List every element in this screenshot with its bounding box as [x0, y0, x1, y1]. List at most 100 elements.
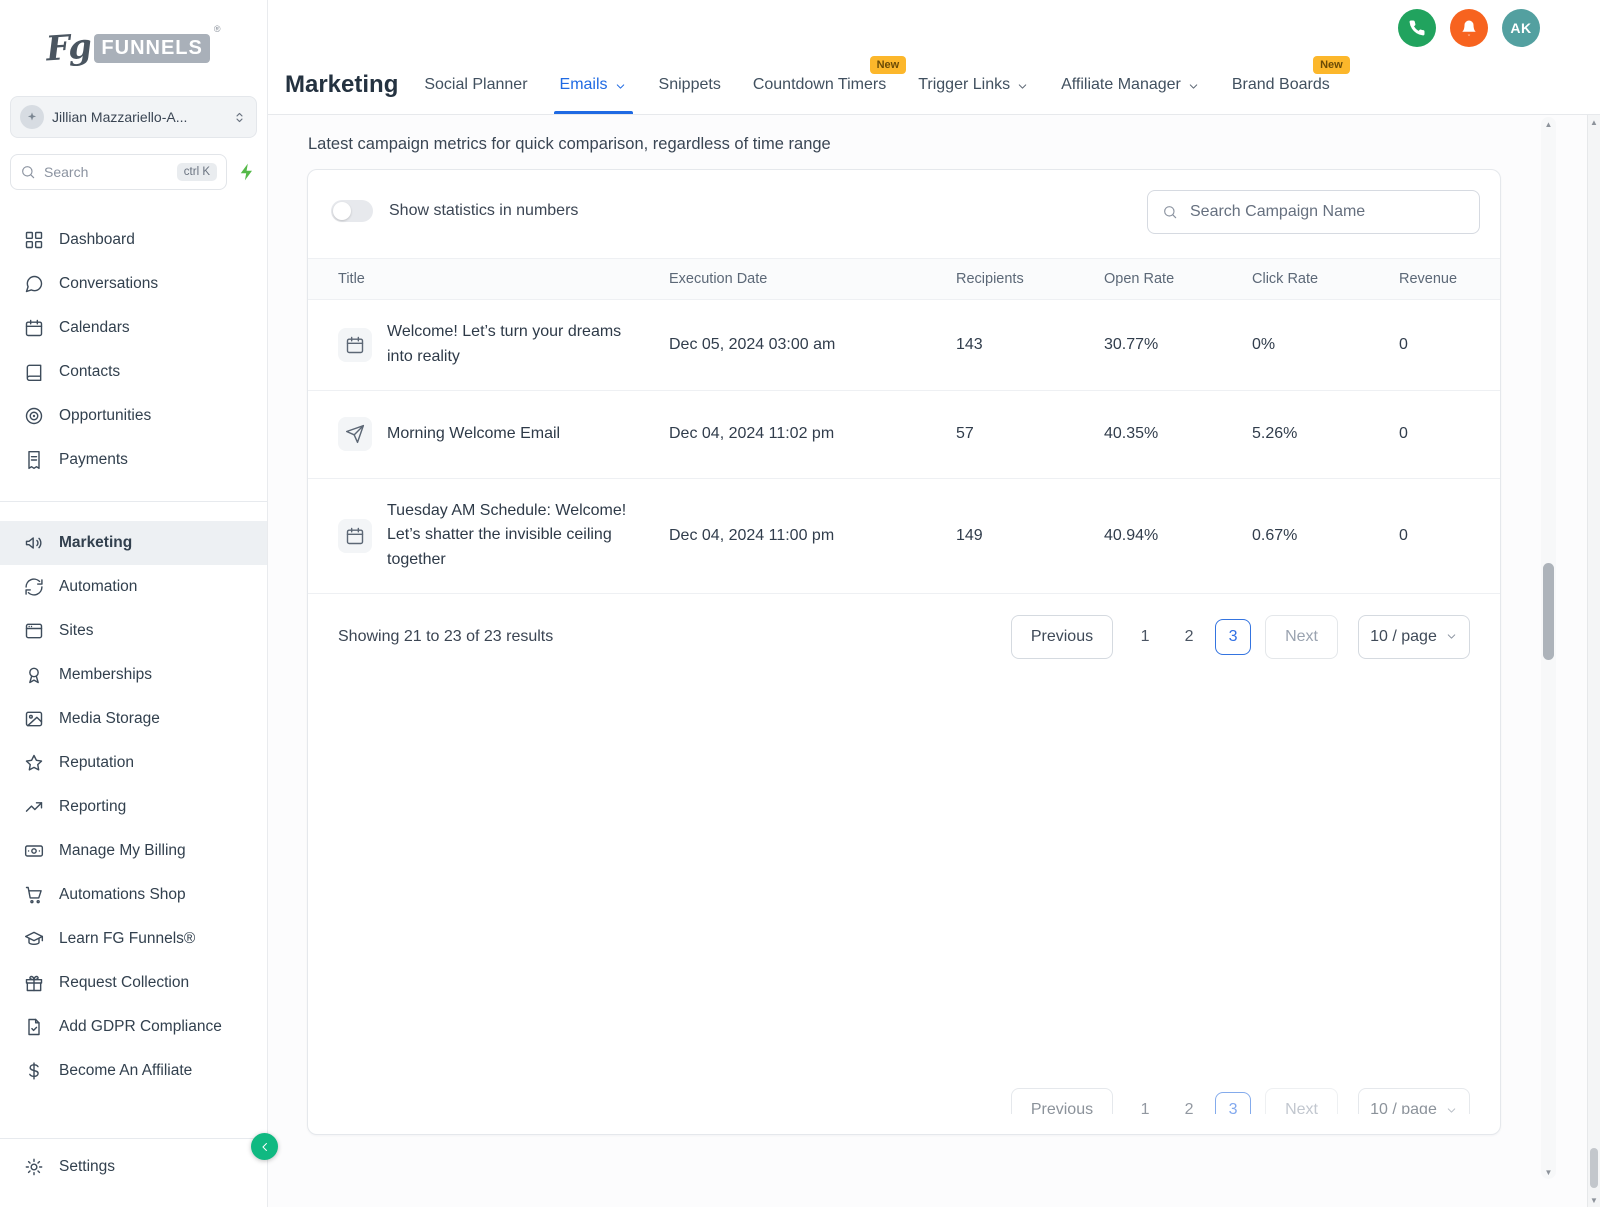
sidebar-item-label: Contacts	[59, 363, 121, 380]
campaign-title: Welcome! Let’s turn your dreams into rea…	[387, 323, 622, 365]
sidebar-item-manage-my-billing[interactable]: Manage My Billing	[0, 829, 267, 873]
user-avatar[interactable]: AK	[1502, 9, 1540, 47]
sidebar: Fg FUNNELS ® Jillian Mazzariello-A... Se…	[0, 0, 268, 1207]
tab-snippets[interactable]: Snippets	[643, 56, 737, 114]
column-header: Click Rate	[1252, 271, 1319, 287]
table-row[interactable]: Welcome! Let’s turn your dreams into rea…	[308, 300, 1500, 391]
page-scrollbar[interactable]: ▲ ▼	[1587, 115, 1600, 1207]
learn-fg-funnels-icon	[24, 929, 44, 949]
next-page-button: Next	[1265, 1088, 1338, 1114]
search-placeholder: Search	[44, 164, 89, 180]
sidebar-collapse-button[interactable]	[251, 1133, 278, 1160]
toggle-knob	[333, 202, 351, 220]
marketing-icon	[24, 533, 44, 553]
sidebar-item-contacts[interactable]: Contacts	[0, 350, 267, 394]
automation-icon	[24, 577, 44, 597]
tab-countdown-timers[interactable]: Countdown Timers New	[737, 56, 907, 114]
tab-brand-boards[interactable]: Brand Boards New	[1216, 56, 1350, 114]
account-switcher[interactable]: Jillian Mazzariello-A...	[10, 96, 257, 138]
sidebar-item-conversations[interactable]: Conversations	[0, 262, 267, 306]
sidebar-item-opportunities[interactable]: Opportunities	[0, 394, 267, 438]
sidebar-item-calendars[interactable]: Calendars	[0, 306, 267, 350]
sidebar-item-automation[interactable]: Automation	[0, 565, 267, 609]
campaign-search-input[interactable]	[1188, 202, 1465, 222]
sidebar-item-learn-fg-funnels[interactable]: Learn FG Funnels®	[0, 917, 267, 961]
media-storage-icon	[24, 709, 44, 729]
toggle-label: Show statistics in numbers	[389, 202, 579, 219]
page-size-select[interactable]: 10 / page	[1358, 614, 1470, 659]
page-2: 2	[1184, 1101, 1194, 1114]
sidebar-item-memberships[interactable]: Memberships	[0, 653, 267, 697]
dashboard-icon	[24, 230, 44, 250]
pagination-bottom-clipped: Showing 21 to 23 of 23 resultsPrevious12…	[308, 1088, 1500, 1114]
manage-my-billing-icon	[24, 841, 44, 861]
page-scroll-down-arrow[interactable]: ▼	[1590, 1193, 1598, 1207]
page-scroll-up-arrow[interactable]: ▲	[1590, 115, 1598, 129]
column-header: Execution Date	[669, 271, 768, 287]
sidebar-item-reporting[interactable]: Reporting	[0, 785, 267, 829]
page-numbers: 123	[1123, 618, 1255, 655]
sidebar-item-media-storage[interactable]: Media Storage	[0, 697, 267, 741]
page-2[interactable]: 2	[1167, 628, 1211, 646]
sidebar-item-label: Media Storage	[59, 710, 160, 727]
column-header: Recipients	[956, 271, 1024, 287]
tab-label: Emails	[559, 76, 608, 93]
sidebar-item-settings[interactable]: Settings	[0, 1145, 267, 1189]
sidebar-item-label: Reputation	[59, 754, 134, 771]
tab-trigger-links[interactable]: Trigger Links	[902, 56, 1045, 114]
automations-shop-icon	[24, 885, 44, 905]
sidebar-item-become-an-affiliate[interactable]: Become An Affiliate	[0, 1049, 267, 1093]
inner-scrollbar-thumb[interactable]	[1543, 563, 1554, 660]
table-row[interactable]: Tuesday AM Schedule: Welcome! Let’s shat…	[308, 479, 1500, 594]
inner-scrollbar[interactable]: ▲ ▼	[1541, 117, 1556, 1179]
sidebar-item-payments[interactable]: Payments	[0, 438, 267, 482]
sidebar-item-dashboard[interactable]: Dashboard	[0, 218, 267, 262]
new-badge: New	[869, 56, 907, 75]
click-rate: 5.26%	[1252, 425, 1298, 443]
campaign-search[interactable]	[1147, 190, 1480, 234]
phone-button[interactable]	[1398, 9, 1436, 47]
previous-page-button[interactable]: Previous	[1010, 614, 1114, 659]
sidebar-item-label: Automation	[59, 578, 138, 595]
sidebar-item-marketing[interactable]: Marketing	[0, 521, 267, 565]
send-icon	[338, 417, 372, 452]
scroll-up-arrow[interactable]: ▲	[1545, 117, 1553, 131]
campaign-title-cell: Welcome! Let’s turn your dreams into rea…	[338, 320, 669, 370]
sidebar-item-label: Conversations	[59, 275, 159, 292]
notifications-button[interactable]	[1450, 9, 1488, 47]
sidebar-item-reputation[interactable]: Reputation	[0, 741, 267, 785]
conversations-icon	[24, 274, 44, 294]
tab-label: Affiliate Manager	[1061, 76, 1181, 93]
main-area: AK Marketing Social Planner Emails Snippet…	[268, 0, 1600, 1207]
page-numbers: 123	[1123, 1092, 1255, 1114]
show-statistics-toggle[interactable]	[331, 200, 373, 222]
content: Latest campaign metrics for quick compar…	[268, 115, 1600, 1207]
pagination: Showing 21 to 23 of 23 results Previous 1 2…	[308, 594, 1500, 680]
page-1: 1	[1140, 1101, 1150, 1114]
sidebar-divider	[0, 501, 267, 502]
chevron-down-icon	[1445, 1104, 1458, 1115]
table-row[interactable]: Morning Welcome Email Dec 04, 2024 11:02 …	[308, 391, 1500, 479]
search-input[interactable]: Search ctrl K	[10, 154, 227, 190]
sidebar-item-label: Settings	[59, 1158, 116, 1175]
sidebar-item-sites[interactable]: Sites	[0, 609, 267, 653]
tab-affiliate-manager[interactable]: Affiliate Manager	[1045, 56, 1216, 114]
tab-emails[interactable]: Emails	[544, 56, 643, 114]
page-3[interactable]: 3	[1215, 618, 1252, 655]
results-summary: Showing 21 to 23 of 23 results	[338, 627, 554, 645]
execution-date: Dec 04, 2024 11:02 pm	[669, 425, 835, 443]
tab-social-planner[interactable]: Social Planner	[408, 56, 543, 114]
sidebar-item-request-collection[interactable]: Request Collection	[0, 961, 267, 1005]
quick-actions-bolt-icon[interactable]	[237, 162, 257, 182]
metrics-description: Latest campaign metrics for quick compar…	[308, 135, 831, 153]
page-1[interactable]: 1	[1123, 628, 1167, 646]
scroll-down-arrow[interactable]: ▼	[1545, 1165, 1553, 1179]
chevron-down-icon	[614, 80, 627, 93]
sidebar-nav: Dashboard Conversations Calendars Contacts O…	[0, 190, 267, 1138]
reporting-icon	[24, 797, 44, 817]
page-scrollbar-thumb[interactable]	[1590, 1148, 1598, 1188]
gear-icon	[24, 1157, 44, 1177]
sidebar-item-add-gdpr-compliance[interactable]: Add GDPR Compliance	[0, 1005, 267, 1049]
add-gdpr-compliance-icon	[24, 1017, 44, 1037]
sidebar-item-automations-shop[interactable]: Automations Shop	[0, 873, 267, 917]
